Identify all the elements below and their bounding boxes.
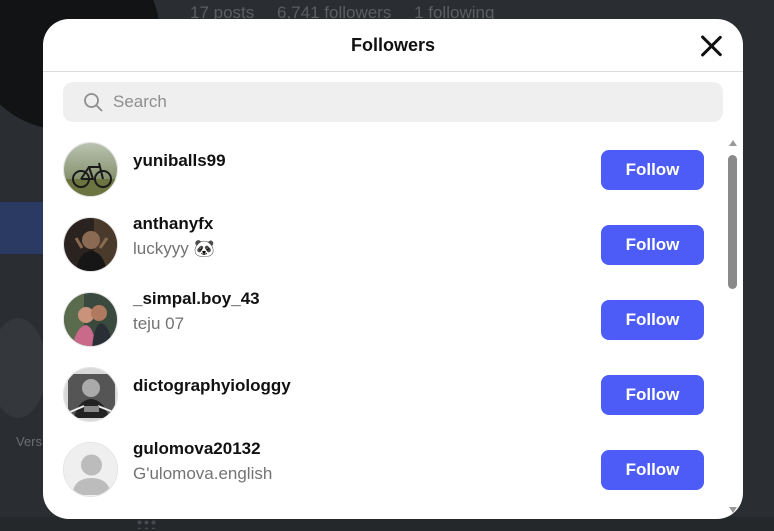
followers-list: yuniballs99 Follow anthanyfx luckyyy 🐼 F…	[43, 134, 743, 519]
follower-username[interactable]: yuniballs99	[133, 151, 226, 171]
background-highlight-label: Vers	[16, 434, 43, 449]
search-input[interactable]	[113, 82, 713, 122]
scroll-down-arrow-icon[interactable]	[729, 507, 737, 513]
follow-button[interactable]: Follow	[601, 150, 704, 190]
background-highlight	[0, 318, 46, 418]
search-icon	[84, 93, 103, 112]
follower-fullname: luckyyy 🐼	[133, 239, 215, 258]
follower-row: anthanyfx luckyyy 🐼 Follow	[43, 209, 723, 284]
follower-username[interactable]: dictographyiologgy	[133, 376, 291, 396]
background-button	[0, 202, 44, 254]
follower-username[interactable]: _simpal.boy_43	[133, 289, 260, 309]
follow-button[interactable]: Follow	[601, 300, 704, 340]
dialog-header: Followers	[43, 19, 743, 72]
follower-row: gulomova20132 G'ulomova.english Follow	[43, 434, 723, 509]
search-box[interactable]	[63, 82, 723, 122]
default-avatar-icon[interactable]	[63, 442, 118, 497]
scroll-up-arrow-icon[interactable]	[729, 140, 737, 146]
follower-fullname: teju 07	[133, 314, 185, 333]
followers-dialog: Followers Search yuniballs99 Follow anth…	[43, 19, 743, 519]
avatar[interactable]	[63, 217, 118, 272]
follower-username[interactable]: anthanyfx	[133, 214, 213, 234]
scrollbar-thumb[interactable]	[728, 155, 737, 289]
follow-button[interactable]: Follow	[601, 225, 704, 265]
avatar[interactable]	[63, 367, 118, 422]
follower-row: yuniballs99 Follow	[43, 134, 723, 209]
dialog-title: Followers	[350, 35, 435, 55]
list-scrollbar[interactable]	[725, 137, 739, 519]
follow-button[interactable]: Follow	[601, 450, 704, 490]
avatar[interactable]	[63, 292, 118, 347]
close-icon[interactable]	[699, 34, 723, 58]
follower-fullname: G'ulomova.english	[133, 464, 273, 483]
grid-icon	[136, 519, 158, 529]
follower-row: _simpal.boy_43 teju 07 Follow	[43, 284, 723, 359]
follower-row: dictographyiologgy Follow	[43, 359, 723, 434]
avatar[interactable]	[63, 142, 118, 197]
follower-username[interactable]: gulomova20132	[133, 439, 261, 459]
background-tab-bar	[0, 517, 774, 531]
follow-button[interactable]: Follow	[601, 375, 704, 415]
